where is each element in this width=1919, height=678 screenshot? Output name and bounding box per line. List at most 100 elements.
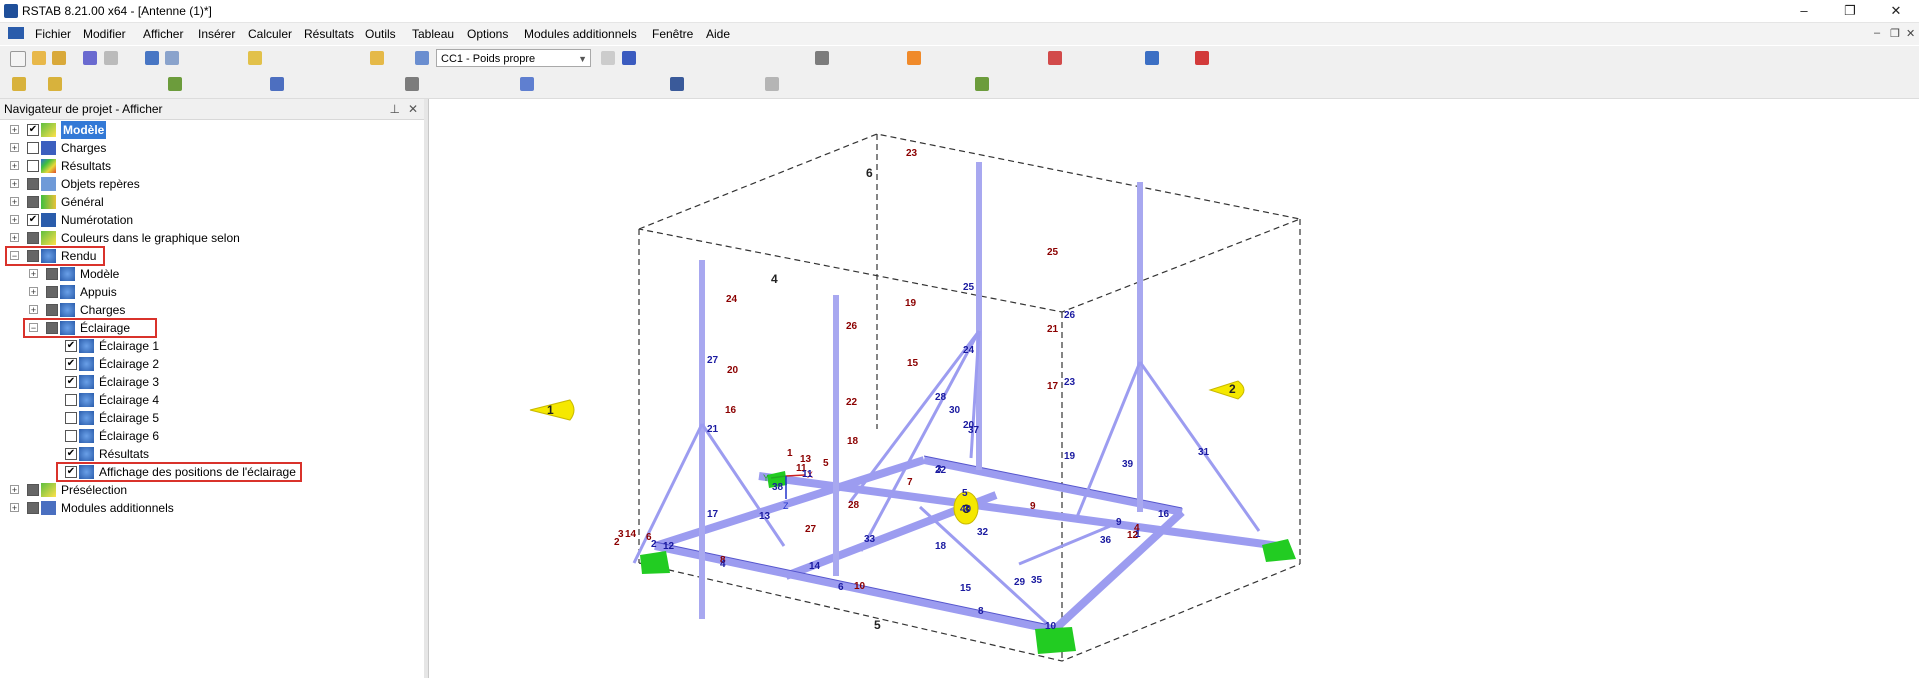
tree-item-modele[interactable]: + ✔ Modèle (0, 121, 420, 139)
new-file-icon[interactable] (10, 51, 26, 67)
undo-icon[interactable] (145, 51, 159, 65)
open-folder-icon[interactable] (32, 51, 46, 65)
tree-item-eclairage-2[interactable]: ✔ Éclairage 2 (0, 355, 420, 373)
menu-tableau[interactable]: Tableau (412, 27, 454, 41)
insert-node-icon[interactable] (12, 77, 26, 91)
panel-splitter[interactable] (424, 99, 429, 678)
move-icon[interactable] (270, 77, 284, 91)
tree-item-resultats[interactable]: + Résultats (0, 157, 420, 175)
expand-icon[interactable]: + (10, 485, 19, 495)
menu-fenetre[interactable]: Fenêtre (652, 27, 693, 41)
tree-item-eclairage-1[interactable]: ✔ Éclairage 1 (0, 337, 420, 355)
tree-item-numerotation[interactable]: + ✔ Numérotation (0, 211, 420, 229)
eclairage-2-checkbox[interactable]: ✔ (65, 358, 77, 370)
menu-modules-additionnels[interactable]: Modules additionnels (524, 27, 637, 41)
save-icon[interactable] (83, 51, 97, 65)
expand-icon[interactable]: + (29, 305, 38, 315)
mdi-close-button[interactable]: ✕ (1906, 27, 1915, 40)
load-case-select[interactable]: CC1 - Poids propre ▼ (436, 49, 591, 67)
close-button[interactable]: ✕ (1873, 0, 1919, 22)
print-icon[interactable] (104, 51, 118, 65)
eclairage-5-checkbox[interactable] (65, 412, 77, 424)
tree-item-couleurs[interactable]: + Couleurs dans le graphique selon (0, 229, 420, 247)
tree-item-modules-additionnels[interactable]: + Modules additionnels (0, 499, 420, 517)
render-icon[interactable] (815, 51, 829, 65)
display-active-icon[interactable] (907, 51, 921, 65)
tree-item-objets-reperes[interactable]: + Objets repères (0, 175, 420, 193)
menu-aide[interactable]: Aide (706, 27, 730, 41)
eclairage-4-checkbox[interactable] (65, 394, 77, 406)
export-icon[interactable] (1145, 51, 1159, 65)
open-project-icon[interactable] (52, 51, 66, 65)
redo-icon[interactable] (165, 51, 179, 65)
mdi-restore-button[interactable]: ❐ (1890, 27, 1900, 40)
resultats-checkbox[interactable] (27, 160, 39, 172)
mdi-minimize-button[interactable]: – (1874, 27, 1880, 39)
model-3d-view[interactable]: 1 2 3 4 5 6 X Y Z 1 2 3 4 5 6 7 8 9 10 1… (430, 99, 1919, 678)
pin-icon[interactable]: ⊥ (390, 99, 400, 119)
maximize-button[interactable]: ❐ (1827, 0, 1873, 22)
view-icon[interactable] (405, 77, 419, 91)
menu-fichier[interactable]: Fichier (35, 27, 71, 41)
pdf-icon[interactable] (1195, 51, 1209, 65)
expand-icon[interactable]: + (29, 269, 38, 279)
menu-modifier[interactable]: Modifier (83, 27, 126, 41)
numerotation-checkbox[interactable]: ✔ (27, 214, 39, 226)
rstab-logo-icon[interactable] (8, 27, 24, 39)
internal-forces-icon[interactable] (765, 77, 779, 91)
preselection-checkbox[interactable] (27, 484, 39, 496)
expand-icon[interactable]: + (10, 503, 19, 513)
previous-load-case-icon[interactable] (601, 51, 615, 65)
rendu-appuis-checkbox[interactable] (46, 286, 58, 298)
menu-resultats[interactable]: Résultats (304, 27, 354, 41)
toggle-view-icon[interactable] (248, 51, 262, 65)
expand-icon[interactable]: + (10, 215, 19, 225)
tree-item-rendu-modele[interactable]: + Modèle (0, 265, 420, 283)
insert-member-icon[interactable] (48, 77, 62, 91)
insert-support-icon[interactable] (168, 77, 182, 91)
filter-icon[interactable] (975, 77, 989, 91)
menu-inserer[interactable]: Insérer (198, 27, 235, 41)
menu-outils[interactable]: Outils (365, 27, 396, 41)
modele-checkbox[interactable]: ✔ (27, 124, 39, 136)
minimize-button[interactable]: – (1781, 0, 1827, 22)
eclairage-6-checkbox[interactable] (65, 430, 77, 442)
tree-item-general[interactable]: + Général (0, 193, 420, 211)
expand-icon[interactable]: + (10, 161, 19, 171)
tree-item-preselection[interactable]: + Présélection (0, 481, 420, 499)
expand-icon[interactable]: + (29, 287, 38, 297)
eclairage-3-checkbox[interactable]: ✔ (65, 376, 77, 388)
tree-item-rendu-charges[interactable]: + Charges (0, 301, 420, 319)
charges-checkbox[interactable] (27, 142, 39, 154)
couleurs-checkbox[interactable] (27, 232, 39, 244)
menu-calculer[interactable]: Calculer (248, 27, 292, 41)
rendu-charges-checkbox[interactable] (46, 304, 58, 316)
menu-afficher[interactable]: Afficher (143, 27, 183, 41)
tree-item-eclairage-3[interactable]: ✔ Éclairage 3 (0, 373, 420, 391)
rendu-modele-checkbox[interactable] (46, 268, 58, 280)
tree-item-eclairage-6[interactable]: Éclairage 6 (0, 427, 420, 445)
axes-icon[interactable] (520, 77, 534, 91)
expand-icon[interactable]: + (10, 125, 19, 135)
graphics-view[interactable]: 1 2 3 4 5 6 X Y Z 1 2 3 4 5 6 7 8 9 10 1… (430, 99, 1919, 678)
close-icon[interactable]: ✕ (408, 99, 418, 119)
eclairage-1-checkbox[interactable]: ✔ (65, 340, 77, 352)
next-load-case-icon[interactable] (622, 51, 636, 65)
eclairage-resultats-checkbox[interactable]: ✔ (65, 448, 77, 460)
expand-icon[interactable]: + (10, 179, 19, 189)
delete-icon[interactable] (1048, 51, 1062, 65)
tree-item-eclairage-resultats[interactable]: ✔ Résultats (0, 445, 420, 463)
tree-item-eclairage-5[interactable]: Éclairage 5 (0, 409, 420, 427)
tree-item-charges[interactable]: + Charges (0, 139, 420, 157)
results-icon[interactable] (370, 51, 384, 65)
load-case-icon[interactable] (415, 51, 429, 65)
tree-item-eclairage-4[interactable]: Éclairage 4 (0, 391, 420, 409)
expand-icon[interactable]: + (10, 233, 19, 243)
expand-icon[interactable]: + (10, 143, 19, 153)
tree-item-rendu-appuis[interactable]: + Appuis (0, 283, 420, 301)
menu-options[interactable]: Options (467, 27, 508, 41)
expand-icon[interactable]: + (10, 197, 19, 207)
objets-reperes-checkbox[interactable] (27, 178, 39, 190)
modules-checkbox[interactable] (27, 502, 39, 514)
display-options-icon[interactable] (670, 77, 684, 91)
